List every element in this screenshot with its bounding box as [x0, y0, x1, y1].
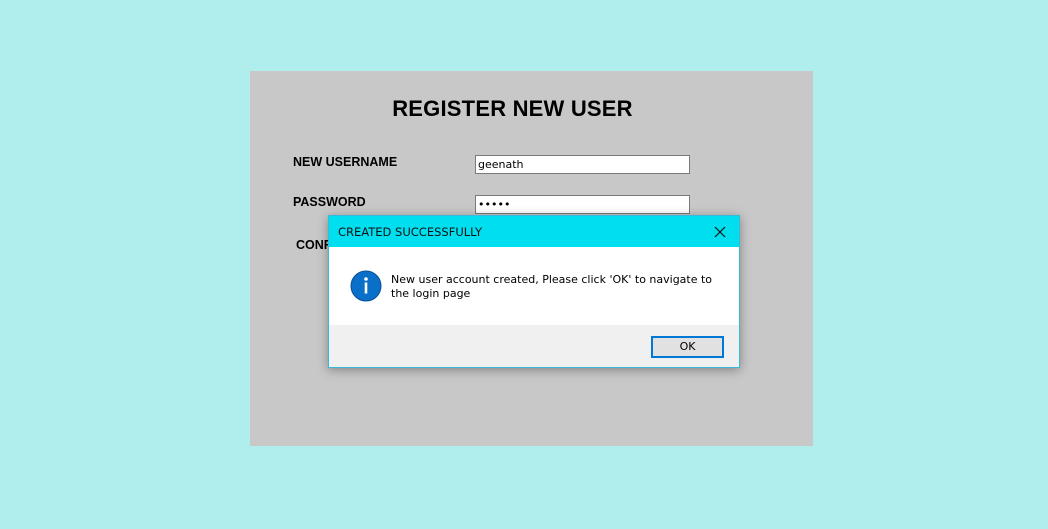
password-label: PASSWORD — [293, 195, 366, 209]
dialog-title: CREATED SUCCESSFULLY — [338, 225, 483, 239]
dialog-titlebar[interactable]: CREATED SUCCESSFULLY — [329, 216, 739, 247]
desktop-background: REGISTER NEW USER NEW USERNAME geenath P… — [0, 0, 1048, 529]
info-icon — [350, 270, 382, 302]
password-field[interactable]: ••••• — [475, 195, 690, 214]
dialog-footer: OK — [329, 325, 739, 367]
confirm-password-label: CONF — [296, 238, 332, 252]
username-field[interactable]: geenath — [475, 155, 690, 174]
close-icon — [714, 226, 726, 237]
dialog-body: New user account created, Please click '… — [329, 247, 739, 325]
ok-button[interactable]: OK — [651, 336, 724, 358]
page-title: REGISTER NEW USER — [392, 96, 633, 121]
success-dialog: CREATED SUCCESSFULLY New user account cr… — [328, 215, 740, 368]
dialog-message: New user account created, Please click '… — [391, 273, 713, 300]
username-label: NEW USERNAME — [293, 155, 398, 169]
close-button[interactable] — [703, 216, 737, 247]
